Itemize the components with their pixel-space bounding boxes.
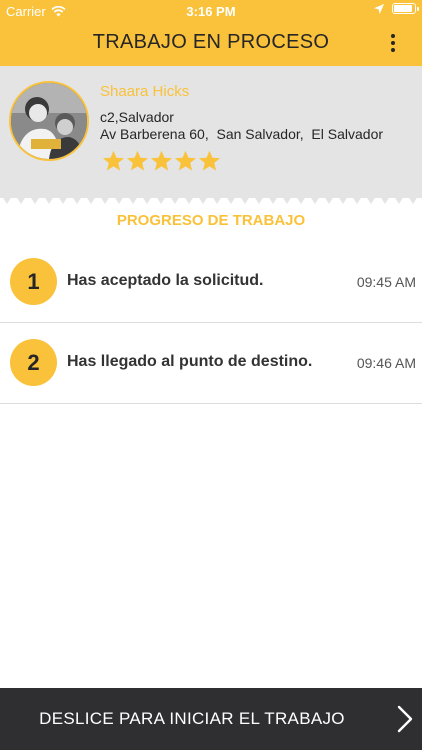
customer-profile-card: Shaara Hicks c2,Salvador Av Barberena 60… <box>0 66 422 198</box>
star-icon <box>126 150 149 171</box>
slide-to-start-button[interactable]: DESLICE PARA INICIAR EL TRABAJO <box>0 688 422 750</box>
step-text: Has llegado al punto de destino. <box>67 353 313 370</box>
progress-step-1: 1 Has aceptado la solicitud. 09:45 AM <box>0 242 422 323</box>
step-number-badge: 2 <box>10 339 57 386</box>
slide-to-start-label: DESLICE PARA INICIAR EL TRABAJO <box>39 709 345 728</box>
rating-stars <box>102 150 221 172</box>
chevron-right-icon[interactable] <box>397 705 413 733</box>
step-text: Has aceptado la solicitud. <box>67 272 264 289</box>
customer-name: Shaara Hicks <box>100 83 190 100</box>
avatar <box>9 81 89 161</box>
progress-step-2: 2 Has llegado al punto de destino. 09:46… <box>0 323 422 404</box>
customer-address-line-1: c2,Salvador <box>100 109 174 125</box>
step-time: 09:45 AM <box>356 274 416 290</box>
star-icon <box>198 150 221 171</box>
top-bar: Carrier 3:16 PM TRABAJO EN PROCESO <box>0 0 422 66</box>
location-arrow-icon <box>374 3 384 14</box>
progress-section-title: PROGRESO DE TRABAJO <box>116 212 306 229</box>
status-time: 3:16 PM <box>186 4 236 19</box>
step-time: 09:46 AM <box>356 355 416 371</box>
star-icon <box>174 150 197 171</box>
battery-icon <box>392 3 419 14</box>
status-bar: Carrier 3:16 PM <box>0 0 422 22</box>
customer-address-line-2: Av Barberena 60, San Salvador, El Salvad… <box>100 126 384 142</box>
page-title: TRABAJO EN PROCESO <box>92 31 330 53</box>
step-number-badge: 1 <box>10 258 57 305</box>
more-vertical-icon[interactable] <box>386 32 400 54</box>
star-icon <box>102 150 125 171</box>
zigzag-divider <box>0 193 422 204</box>
star-icon <box>150 150 173 171</box>
